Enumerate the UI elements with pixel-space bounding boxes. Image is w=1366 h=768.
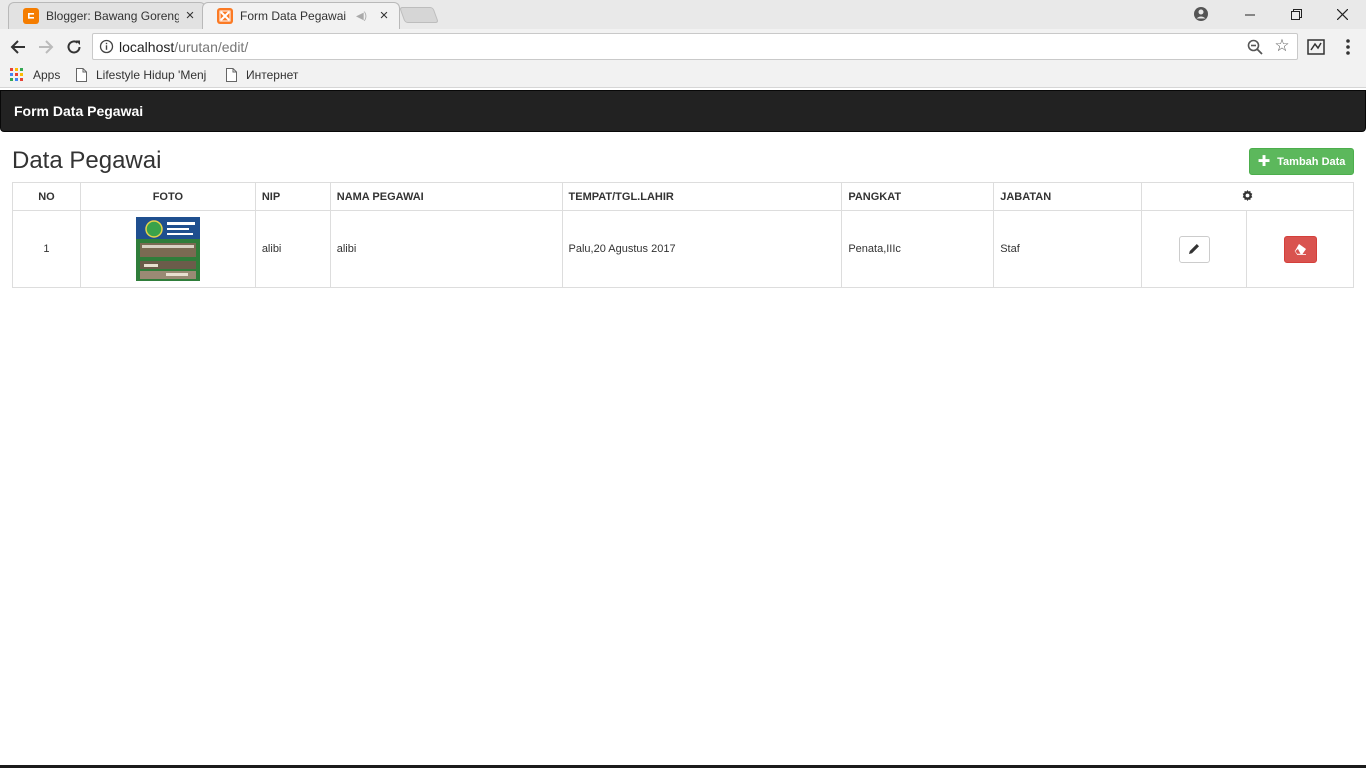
eraser-icon <box>1294 244 1306 255</box>
new-tab-button[interactable] <box>399 7 439 23</box>
speaker-icon: ◀) <box>355 10 367 22</box>
blogger-icon <box>23 8 39 24</box>
extension-icon[interactable] <box>1306 37 1326 57</box>
tab-blogger[interactable]: Blogger: Bawang Goreng × <box>8 2 206 29</box>
cell-jabatan: Staf <box>993 210 1143 288</box>
add-data-button[interactable]: ✚ Tambah Data <box>1249 148 1354 175</box>
back-button[interactable] <box>8 37 28 57</box>
header-nama-pegawai: NAMA PEGAWAI <box>329 182 563 211</box>
cell-nip: alibi <box>254 210 331 288</box>
apps-grid-icon <box>10 68 23 81</box>
add-data-label: Tambah Data <box>1277 155 1346 168</box>
cell-edit <box>1141 210 1248 288</box>
edit-button[interactable] <box>1178 235 1210 263</box>
url-host: localhost <box>119 39 175 55</box>
reload-icon <box>67 40 81 54</box>
forward-button[interactable] <box>36 37 56 57</box>
close-window-button[interactable] <box>1319 0 1365 29</box>
close-icon <box>1336 9 1348 20</box>
gear-icon <box>1242 189 1253 201</box>
header-actions <box>1141 182 1354 211</box>
plus-icon: ✚ <box>1257 153 1271 170</box>
address-bar[interactable]: localhost/urutan/edit/ ☆ <box>92 33 1298 60</box>
restore-icon <box>1290 9 1302 20</box>
zoom-out-icon[interactable] <box>1247 39 1263 55</box>
bookmark-star-icon[interactable]: ☆ <box>1273 37 1291 55</box>
page-title: Data Pegawai <box>12 147 162 174</box>
photo-thumbnail-image <box>135 217 200 281</box>
cell-delete <box>1246 210 1354 288</box>
bookmarks-bar: Apps Lifestyle Hidup 'Menj Интернет <box>0 64 1366 88</box>
cell-nama-pegawai: alibi <box>329 210 563 288</box>
info-icon[interactable] <box>99 39 114 54</box>
tab-title: Form Data Pegawai <box>240 9 347 23</box>
close-tab-icon[interactable]: × <box>377 8 391 23</box>
header-no: NO <box>12 182 81 211</box>
tab-form-data-pegawai[interactable]: Form Data Pegawai ◀) × <box>202 2 400 29</box>
pencil-icon <box>1189 244 1200 254</box>
arrow-left-icon <box>10 40 25 54</box>
browser-tabstrip: Blogger: Bawang Goreng × Form Data Pegaw… <box>0 0 1366 29</box>
employee-photo[interactable] <box>135 217 200 281</box>
xampp-icon <box>217 8 233 24</box>
navbar-brand[interactable]: Form Data Pegawai <box>14 103 143 119</box>
page-icon <box>226 68 237 82</box>
minimize-button[interactable] <box>1227 0 1273 29</box>
close-tab-icon[interactable]: × <box>183 8 197 23</box>
reload-button[interactable] <box>64 37 84 57</box>
profile-icon[interactable] <box>1192 5 1210 23</box>
header-foto: FOTO <box>79 182 256 211</box>
header-nip: NIP <box>254 182 331 211</box>
tab-title: Blogger: Bawang Goreng <box>46 9 179 23</box>
bookmark-label: Интернет <box>246 68 299 82</box>
arrow-right-icon <box>39 40 54 54</box>
more-menu-icon[interactable] <box>1340 37 1356 57</box>
restore-button[interactable] <box>1273 0 1319 29</box>
url-path: /urutan/edit/ <box>174 39 249 55</box>
bookmark-internet[interactable]: Интернет <box>226 68 298 82</box>
header-jabatan: JABATAN <box>993 182 1143 211</box>
cell-tempat-tgl-lahir: Palu,20 Agustus 2017 <box>561 210 843 288</box>
browser-toolbar: localhost/urutan/edit/ ☆ <box>0 29 1366 64</box>
minimize-icon <box>1245 14 1255 15</box>
bookmark-lifestyle[interactable]: Lifestyle Hidup 'Menj <box>76 68 210 82</box>
bookmark-label: Apps <box>33 68 61 82</box>
page-icon <box>76 68 87 82</box>
url-text[interactable]: localhost/urutan/edit/ <box>119 39 248 55</box>
cell-pangkat: Penata,IIIc <box>841 210 995 288</box>
employee-table: NO FOTO NIP NAMA PEGAWAI TEMPAT/TGL.LAHI… <box>12 182 1354 288</box>
table-header-row: NO FOTO NIP NAMA PEGAWAI TEMPAT/TGL.LAHI… <box>12 182 1354 211</box>
delete-button[interactable] <box>1283 235 1317 263</box>
app-navbar: Form Data Pegawai <box>0 90 1366 132</box>
header-pangkat: PANGKAT <box>841 182 995 211</box>
bookmark-apps[interactable]: Apps <box>10 68 60 82</box>
cell-foto <box>79 210 256 288</box>
header-tempat-tgl-lahir: TEMPAT/TGL.LAHIR <box>561 182 843 211</box>
cell-no: 1 <box>12 210 81 288</box>
bookmark-label: Lifestyle Hidup 'Menj <box>96 68 207 82</box>
table-row: 1 alibi alibi Palu,20 Agustus 2017 Penat… <box>12 210 1354 288</box>
